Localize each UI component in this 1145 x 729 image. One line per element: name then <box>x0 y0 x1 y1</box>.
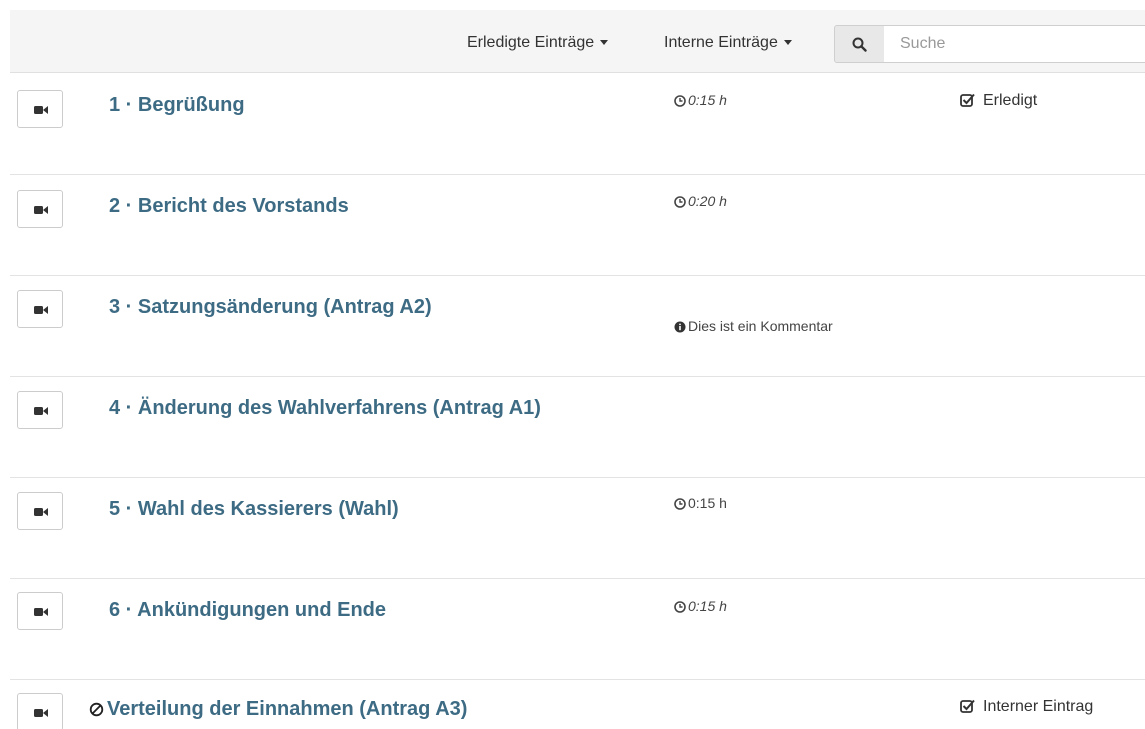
checked-checkbox-icon <box>960 93 975 107</box>
done-items-filter-dropdown[interactable]: Erledigte Einträge <box>467 34 609 52</box>
search-input[interactable] <box>884 25 1145 63</box>
item-title-link[interactable]: 5 · Wahl des Kassierers (Wahl) <box>109 498 399 521</box>
item-title-link[interactable]: Verteilung der Einnahmen (Antrag A3) <box>89 698 467 721</box>
video-button[interactable] <box>17 190 63 228</box>
video-camera-icon <box>34 407 48 415</box>
item-duration: 0:20 h <box>674 193 727 209</box>
item-comment: Dies ist ein Kommentar <box>674 318 833 334</box>
clock-icon <box>674 498 686 510</box>
item-duration: 0:15 h <box>674 598 727 614</box>
agenda-item: 5 · Wahl des Kassierers (Wahl) 0:15 h <box>10 478 1145 579</box>
item-title-text: Verteilung der Einnahmen (Antrag A3) <box>107 698 468 720</box>
clock-icon <box>674 601 686 613</box>
clock-icon <box>674 95 686 107</box>
caret-down-icon <box>600 40 609 46</box>
agenda-item: Verteilung der Einnahmen (Antrag A3) Int… <box>10 680 1145 729</box>
internal-items-filter-dropdown[interactable]: Interne Einträge <box>664 34 792 52</box>
video-camera-icon <box>34 106 48 114</box>
item-status: Interner Eintrag <box>960 698 1093 716</box>
search-button[interactable] <box>834 25 885 63</box>
item-duration: 0:15 h <box>674 495 727 511</box>
video-camera-icon <box>34 608 48 616</box>
video-button[interactable] <box>17 492 63 530</box>
item-duration-value: 0:20 h <box>688 193 727 209</box>
item-duration-value: 0:15 h <box>688 92 727 108</box>
search-icon <box>852 37 867 52</box>
info-icon <box>674 321 686 333</box>
video-button[interactable] <box>17 290 63 328</box>
internal-items-filter-label: Interne Einträge <box>664 34 778 51</box>
video-button[interactable] <box>17 90 63 128</box>
video-camera-icon <box>34 306 48 314</box>
item-duration-value: 0:15 h <box>688 495 727 511</box>
agenda-item: 1 · Begrüßung 0:15 h Erledigt <box>10 74 1145 175</box>
video-camera-icon <box>34 206 48 214</box>
agenda-item: 2 · Bericht des Vorstands 0:20 h <box>10 175 1145 276</box>
item-duration-value: 0:15 h <box>688 598 727 614</box>
item-duration: 0:15 h <box>674 92 727 108</box>
item-status: Erledigt <box>960 92 1037 110</box>
ban-icon <box>89 702 104 717</box>
item-title-link[interactable]: 6 · Ankündigungen und Ende <box>109 599 386 622</box>
item-title-link[interactable]: 1 · Begrüßung <box>109 94 245 117</box>
video-button[interactable] <box>17 391 63 429</box>
checked-checkbox-icon <box>960 699 975 713</box>
video-button[interactable] <box>17 693 63 729</box>
video-button[interactable] <box>17 592 63 630</box>
item-title-link[interactable]: 4 · Änderung des Wahlverfahrens (Antrag … <box>109 397 541 420</box>
agenda-item: 4 · Änderung des Wahlverfahrens (Antrag … <box>10 377 1145 478</box>
agenda-item: 3 · Satzungsänderung (Antrag A2) Dies is… <box>10 276 1145 377</box>
item-title-link[interactable]: 3 · Satzungsänderung (Antrag A2) <box>109 296 432 319</box>
video-camera-icon <box>34 709 48 717</box>
item-title-link[interactable]: 2 · Bericht des Vorstands <box>109 195 349 218</box>
item-status-label: Interner Eintrag <box>983 698 1094 715</box>
toolbar: Erledigte Einträge Interne Einträge <box>10 10 1145 73</box>
video-camera-icon <box>34 508 48 516</box>
agenda-item: 6 · Ankündigungen und Ende 0:15 h <box>10 579 1145 680</box>
item-comment-text: Dies ist ein Kommentar <box>688 318 833 334</box>
clock-icon <box>674 196 686 208</box>
done-items-filter-label: Erledigte Einträge <box>467 34 595 51</box>
item-status-label: Erledigt <box>983 92 1038 109</box>
caret-down-icon <box>783 40 792 46</box>
